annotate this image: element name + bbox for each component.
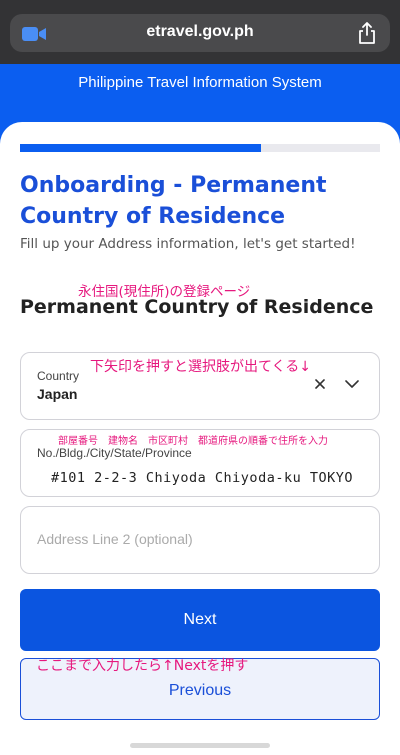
form-card: Onboarding - Permanent Country of Reside… [0, 122, 400, 755]
address-bar[interactable]: etravel.gov.ph [10, 14, 390, 52]
share-icon[interactable] [358, 22, 376, 44]
progress-bar [20, 144, 380, 152]
address-line1-value[interactable]: #101 2-2-3 Chiyoda Chiyoda-ku TOKYO [51, 470, 353, 486]
page-subtitle: Fill up your Address information, let's … [20, 236, 356, 252]
country-label: Country [37, 369, 80, 383]
home-indicator [130, 743, 270, 748]
progress-fill [20, 144, 262, 152]
annotation-country-note: 下矢印を押すと選択肢が出てくる↓ [90, 359, 312, 375]
clear-icon[interactable] [313, 377, 327, 391]
address-line2-field[interactable]: Address Line 2 (optional) [20, 506, 380, 574]
next-button[interactable]: Next [20, 589, 380, 651]
url-text[interactable]: etravel.gov.ph [10, 23, 390, 41]
page-title: Onboarding - Permanent Country of Reside… [20, 173, 327, 229]
country-value[interactable]: Japan [37, 386, 77, 402]
section-title: Permanent Country of Residence [20, 296, 374, 318]
site-header: Philippine Travel Information System [0, 64, 400, 124]
address-line2-placeholder[interactable]: Address Line 2 (optional) [37, 531, 193, 547]
chevron-down-icon[interactable] [345, 378, 359, 390]
browser-toolbar: etravel.gov.ph [0, 0, 400, 64]
annotation-address-note: 部屋番号 建物名 市区町村 都道府県の順番で住所を入力 [58, 436, 328, 447]
address-line1-label: No./Bldg./City/State/Province [37, 446, 192, 460]
annotation-next-note: ここまで入力したら↑Nextを押す [36, 658, 249, 674]
